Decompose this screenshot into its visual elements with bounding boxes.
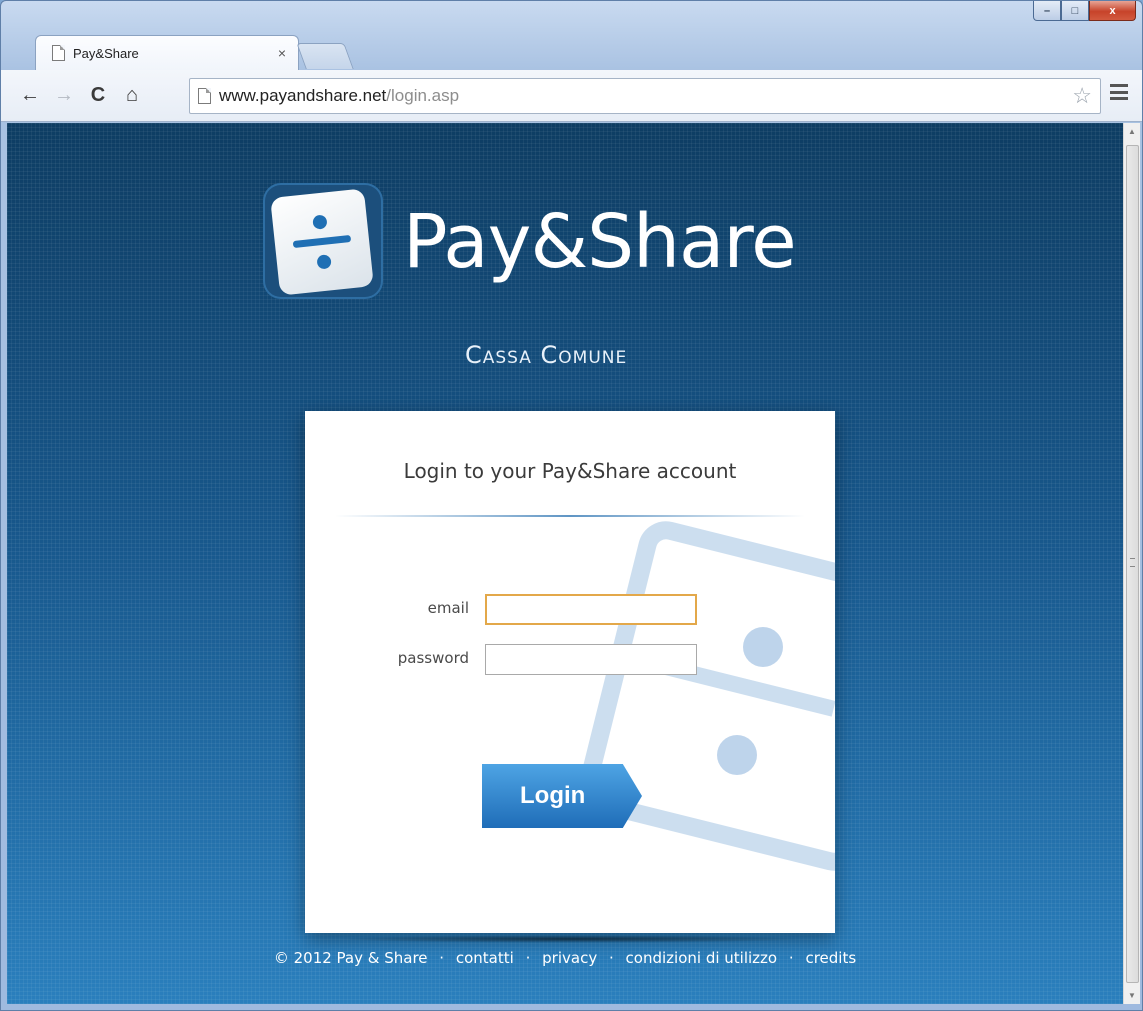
menu-icon[interactable] <box>1110 84 1128 100</box>
home-button[interactable]: ⌂ <box>115 79 149 113</box>
scroll-up-icon[interactable]: ▲ <box>1128 127 1136 136</box>
reload-button[interactable]: C <box>81 79 115 113</box>
login-card: Login to your Pay&Share account email pa… <box>305 411 835 933</box>
footer-link-credits[interactable]: credits <box>805 949 856 967</box>
login-title: Login to your Pay&Share account <box>403 459 737 483</box>
tab-title: Pay&Share <box>73 45 139 61</box>
password-label: password <box>397 649 469 667</box>
tab-pay-and-share[interactable]: Pay&Share × <box>35 35 299 70</box>
footer-link-privacy[interactable]: privacy <box>542 949 597 967</box>
tagline: Cassa Comune <box>465 341 628 369</box>
copyright: © 2012 Pay & Share <box>273 949 428 967</box>
footer: © 2012 Pay & Share · contatti · privacy … <box>273 949 857 967</box>
back-button[interactable]: ← <box>13 79 47 113</box>
pay-and-share-logo-icon <box>263 183 383 299</box>
address-bar[interactable]: www.payandshare.net /login.asp ☆ <box>189 78 1101 114</box>
url-path: /login.asp <box>386 86 460 105</box>
close-window-button[interactable]: x <box>1089 1 1136 21</box>
email-field[interactable] <box>485 594 697 625</box>
url-host: www.payandshare.net <box>219 86 387 105</box>
new-tab-button[interactable] <box>296 43 354 69</box>
forward-button[interactable]: → <box>47 79 81 113</box>
page-icon <box>52 45 65 61</box>
brand-name: Pay&Share <box>403 199 797 285</box>
minimize-button[interactable]: – <box>1033 1 1061 21</box>
email-label: email <box>427 599 469 617</box>
page-icon <box>198 88 211 104</box>
window-controls: – □ x <box>1033 1 1136 22</box>
bookmark-star-icon[interactable]: ☆ <box>1072 83 1092 109</box>
scroll-down-icon[interactable]: ▼ <box>1128 991 1136 1000</box>
divider <box>335 515 805 517</box>
browser-window: – □ x Pay&Share × ← → C ⌂ www.payandshar… <box>0 0 1143 1011</box>
browser-toolbar: ← → C ⌂ www.payandshare.net /login.asp ☆ <box>1 70 1142 122</box>
page-viewport: Pay&Share Cassa Comune Login to your Pay… <box>7 123 1123 1004</box>
tab-close-icon[interactable]: × <box>278 45 286 61</box>
footer-link-condizioni[interactable]: condizioni di utilizzo <box>626 949 778 967</box>
footer-link-contatti[interactable]: contatti <box>456 949 514 967</box>
scrollbar[interactable]: ▲ ▼ <box>1123 123 1140 1004</box>
password-field[interactable] <box>485 644 697 675</box>
maximize-button[interactable]: □ <box>1061 1 1089 21</box>
login-button[interactable]: Login <box>482 764 642 828</box>
scroll-thumb[interactable] <box>1126 145 1139 983</box>
